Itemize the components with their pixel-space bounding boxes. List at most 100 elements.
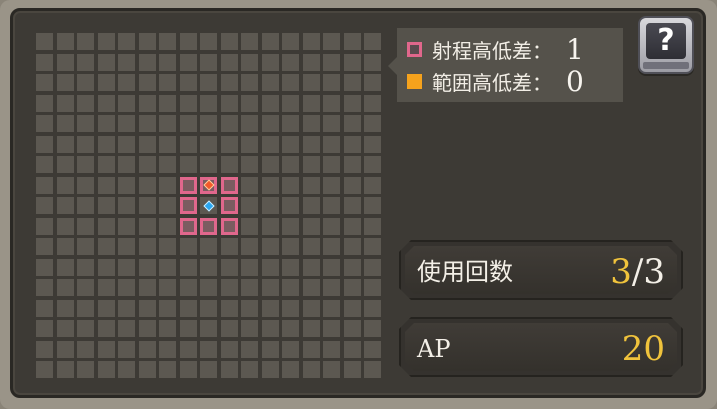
uses-max: 3 — [643, 252, 665, 292]
grid-cell — [57, 74, 74, 91]
grid-cell — [323, 238, 340, 255]
grid-cell — [77, 320, 94, 337]
grid-cell — [241, 177, 258, 194]
range-cell — [180, 177, 197, 194]
grid-cell — [139, 361, 156, 378]
grid-cell — [262, 341, 279, 358]
question-mark-icon: ? — [646, 23, 686, 59]
uses-plate: 使用回数 3/3 — [399, 240, 683, 300]
grid-cell — [98, 238, 115, 255]
grid-cell — [323, 54, 340, 71]
grid-cell — [323, 115, 340, 132]
grid-cell — [77, 136, 94, 153]
grid-cell — [159, 74, 176, 91]
grid-cell — [77, 259, 94, 276]
grid-cell — [323, 279, 340, 296]
grid-cell — [159, 320, 176, 337]
grid-cell — [57, 136, 74, 153]
grid-cell — [139, 74, 156, 91]
help-book-base — [643, 62, 689, 69]
grid-cell — [344, 33, 361, 50]
grid-cell — [77, 341, 94, 358]
grid-cell — [36, 361, 53, 378]
grid-cell — [57, 156, 74, 173]
grid-cell — [323, 177, 340, 194]
range-cell — [221, 197, 238, 214]
grid-cell — [241, 54, 258, 71]
grid-cell — [262, 218, 279, 235]
grid-cell — [180, 238, 197, 255]
grid-cell — [118, 156, 135, 173]
grid-cell — [36, 238, 53, 255]
grid-cell — [139, 341, 156, 358]
grid-cell — [282, 115, 299, 132]
grid-cell — [364, 136, 381, 153]
grid-cell — [57, 238, 74, 255]
range-height-label: 射程高低差： — [432, 38, 552, 63]
grid-cell — [282, 74, 299, 91]
grid-cell — [159, 156, 176, 173]
grid-cell — [57, 197, 74, 214]
ap-label: AP — [417, 335, 451, 363]
grid-cell — [344, 218, 361, 235]
grid-cell — [303, 74, 320, 91]
grid-cell — [180, 95, 197, 112]
grid-cell — [118, 238, 135, 255]
grid-cell — [57, 341, 74, 358]
grid-cell — [200, 156, 217, 173]
grid-cell — [57, 54, 74, 71]
grid-cell — [364, 238, 381, 255]
help-button[interactable]: ? — [638, 16, 694, 74]
grid-cell — [77, 197, 94, 214]
grid-cell — [98, 218, 115, 235]
grid-cell — [98, 279, 115, 296]
grid-cell — [98, 259, 115, 276]
grid-cell — [364, 197, 381, 214]
grid-cell — [139, 156, 156, 173]
uses-label: 使用回数 — [417, 258, 513, 286]
grid-cell — [139, 279, 156, 296]
grid-cell — [159, 361, 176, 378]
grid-cell — [36, 54, 53, 71]
grid-cell — [241, 197, 258, 214]
grid-cell — [200, 320, 217, 337]
grid-cell — [118, 54, 135, 71]
grid-cell — [241, 320, 258, 337]
grid-cell — [77, 156, 94, 173]
grid-cell — [364, 320, 381, 337]
grid-cell — [159, 300, 176, 317]
grid-cell — [77, 95, 94, 112]
uses-value: 3/3 — [610, 246, 665, 298]
grid-cell — [323, 320, 340, 337]
grid-cell — [221, 320, 238, 337]
range-grid — [36, 33, 388, 385]
grid-cell — [221, 54, 238, 71]
grid-cell — [36, 279, 53, 296]
grid-cell — [57, 177, 74, 194]
grid-cell — [139, 33, 156, 50]
grid-cell — [241, 95, 258, 112]
grid-cell — [262, 197, 279, 214]
grid-cell — [241, 341, 258, 358]
grid-cell — [180, 259, 197, 276]
grid-cell — [344, 259, 361, 276]
range-cell — [221, 177, 238, 194]
grid-cell — [344, 361, 361, 378]
grid-cell — [221, 33, 238, 50]
grid-cell — [139, 238, 156, 255]
grid-cell — [303, 341, 320, 358]
grid-cell — [323, 197, 340, 214]
grid-cell — [344, 74, 361, 91]
grid-cell — [57, 279, 74, 296]
grid-cell — [200, 136, 217, 153]
area-height-value: 0 — [566, 64, 584, 98]
grid-cell — [323, 33, 340, 50]
grid-cell — [221, 238, 238, 255]
grid-cell — [364, 177, 381, 194]
grid-cell — [221, 95, 238, 112]
grid-cell — [303, 156, 320, 173]
grid-cell — [118, 177, 135, 194]
grid-cell — [118, 115, 135, 132]
grid-cell — [344, 177, 361, 194]
grid-cell — [139, 320, 156, 337]
